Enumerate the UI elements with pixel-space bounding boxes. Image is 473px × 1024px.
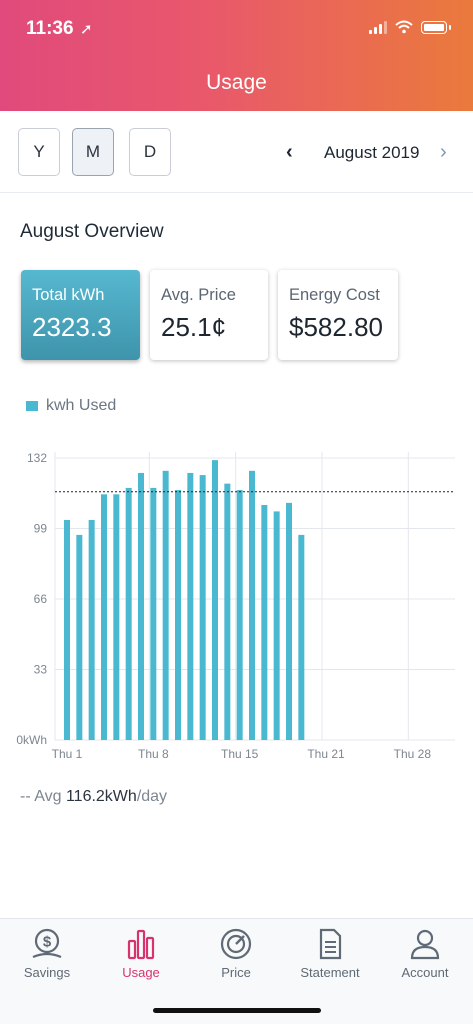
legend-label: kwh Used <box>46 397 117 414</box>
tab-savings[interactable]: $ Savings <box>0 927 94 980</box>
card-label: Avg. Price <box>161 286 236 304</box>
account-person-icon <box>410 929 440 960</box>
usage-bar <box>76 534 83 740</box>
energy-cost-card[interactable]: Energy Cost $582.80 <box>278 270 398 360</box>
tab-statement[interactable]: Statement <box>283 927 377 980</box>
x-tick-label: Thu 8 <box>138 747 169 761</box>
period-year-button[interactable]: Y <box>18 128 60 176</box>
page-title: Usage <box>206 71 267 94</box>
avg-price-card[interactable]: Avg. Price 25.1¢ <box>150 270 268 360</box>
x-tick-label: Thu 28 <box>394 747 432 761</box>
y-tick-label: 99 <box>34 522 48 536</box>
tab-label: Price <box>221 965 251 980</box>
usage-bar <box>101 494 107 740</box>
location-arrow-icon: ➚ <box>80 21 93 38</box>
card-value: $582.80 <box>289 312 383 342</box>
battery-icon <box>421 20 447 34</box>
card-value: 2323.3 <box>32 312 112 342</box>
home-indicator <box>153 1008 321 1013</box>
y-tick-label: 0kWh <box>16 733 47 747</box>
statement-document-icon <box>319 928 342 960</box>
tab-label: Savings <box>23 965 71 980</box>
price-gauge-icon <box>220 928 252 960</box>
card-value: 25.1¢ <box>161 312 227 342</box>
tab-label: Statement <box>300 965 360 980</box>
chevron-left-icon[interactable]: ‹ <box>286 141 293 164</box>
average-value: 116.2kWh <box>65 788 137 805</box>
y-tick-label: 66 <box>34 592 48 606</box>
usage-bar <box>162 470 169 740</box>
tab-usage[interactable]: Usage <box>94 927 188 980</box>
usage-bar <box>113 494 120 740</box>
app-header: 11:36 ➚ Usage <box>0 0 473 111</box>
usage-bar <box>224 483 231 740</box>
usage-bar <box>212 460 218 740</box>
usage-bar <box>236 490 243 740</box>
status-icons <box>369 20 451 34</box>
average-prefix: -- Avg <box>20 788 62 805</box>
average-suffix: /day <box>136 788 168 805</box>
x-tick-label: Thu 21 <box>307 747 345 761</box>
usage-bar <box>64 519 70 740</box>
x-tick-label: Thu 15 <box>221 747 259 761</box>
usage-bar <box>138 472 144 740</box>
usage-bar <box>273 511 280 740</box>
period-toolbar: Y M D ‹ August 2019 › <box>0 111 473 193</box>
savings-coin-icon: $ <box>32 928 62 959</box>
overview-title: August Overview <box>20 221 164 242</box>
period-day-button[interactable]: D <box>129 128 171 176</box>
usage-bar <box>249 470 255 740</box>
cellular-signal-icon <box>369 20 387 34</box>
card-label: Energy Cost <box>289 286 380 304</box>
tab-price[interactable]: Price <box>189 927 283 980</box>
month-label: August 2019 <box>324 143 420 162</box>
y-tick-label: 33 <box>34 663 48 677</box>
battery-nub <box>449 24 451 30</box>
tab-account[interactable]: Account <box>378 927 472 980</box>
usage-bar <box>125 487 132 740</box>
period-month-button[interactable]: M <box>72 128 114 176</box>
usage-bar <box>298 534 305 740</box>
chart-legend: kwh Used <box>26 397 116 415</box>
total-kwh-card[interactable]: Total kWh 2323.3 <box>21 270 140 360</box>
svg-text:$: $ <box>43 934 52 951</box>
tab-label: Account <box>401 965 449 980</box>
average-summary: -- Avg 116.2kWh/day <box>20 788 167 806</box>
y-tick-label: 132 <box>27 451 47 465</box>
usage-bar <box>175 490 181 740</box>
usage-bar <box>150 487 157 740</box>
x-tick-label: Thu 1 <box>52 747 83 761</box>
usage-bar <box>88 519 95 740</box>
usage-bar <box>286 502 292 740</box>
chevron-right-icon[interactable]: › <box>440 141 447 164</box>
usage-bar <box>187 472 194 740</box>
usage-bar <box>261 505 268 740</box>
usage-bar-chart: 0kWh 33 66 99 132 Thu 1 Thu 8 Thu 15 Thu 21 Thu 2… <box>16 451 455 761</box>
legend-swatch <box>26 401 38 411</box>
status-time: 11:36 <box>26 18 74 39</box>
wifi-icon <box>395 20 413 34</box>
usage-bar <box>199 475 206 740</box>
usage-bars-icon <box>127 929 155 960</box>
card-label: Total kWh <box>32 286 105 304</box>
tab-label: Usage <box>122 965 160 980</box>
